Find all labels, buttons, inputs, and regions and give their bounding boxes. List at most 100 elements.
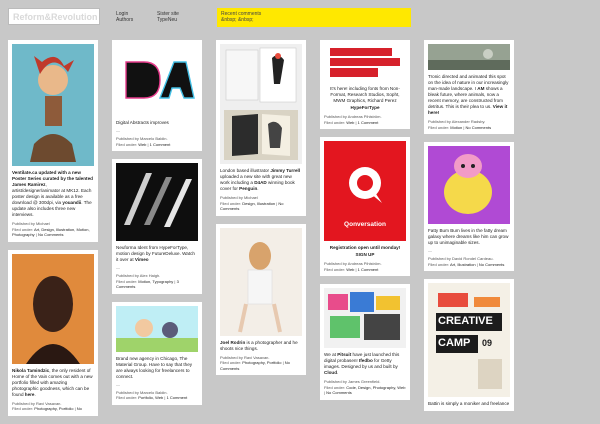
column-3: London based illustrator Jimmy Turrell u… bbox=[216, 40, 306, 383]
post-card-fatty-bum-bum: Fatty Bum Bum lives in the fatty dream g… bbox=[424, 142, 514, 271]
type-specimen-icon bbox=[324, 44, 406, 82]
filed-label: Filed under: bbox=[220, 360, 243, 365]
post-image-qonversation[interactable]: Qonversation bbox=[324, 141, 406, 241]
comments-link[interactable]: No bbox=[77, 406, 82, 411]
photographer-link[interactable]: Joel Rodrin bbox=[220, 340, 245, 345]
column-4: It's here! including fonts from Non-Form… bbox=[320, 40, 410, 408]
nav-typeneu-link[interactable]: TypeNeu bbox=[157, 17, 179, 23]
signup-link[interactable]: SIGN UP bbox=[324, 252, 406, 258]
post-image-digital-abstracts[interactable] bbox=[116, 44, 198, 116]
filed-label: Filed under: bbox=[428, 124, 451, 130]
award-label: D4AD bbox=[254, 180, 267, 185]
hypefortype-link[interactable]: HypeForType bbox=[324, 105, 406, 111]
post-image-fatty-bum-bum[interactable] bbox=[428, 146, 510, 224]
post-text: Ventilate.ca updated with a new Poster S… bbox=[12, 170, 93, 181]
comments-link[interactable]: 1 Comment bbox=[358, 267, 379, 272]
post-image-brand-agency[interactable] bbox=[116, 305, 198, 352]
category-links[interactable]: Portfolio, Web bbox=[138, 395, 163, 400]
post-text: Brand new agency in Chicago, The Materia… bbox=[116, 355, 193, 379]
post-image-creative-camp[interactable]: CREATIVE CAMP 09 bbox=[428, 283, 510, 397]
vimeo-link[interactable]: Vimeo bbox=[135, 257, 149, 262]
qonversation-brand: Qonversation bbox=[344, 221, 386, 228]
category-links[interactable]: Motion bbox=[450, 125, 462, 130]
site-logo[interactable]: Reform&Revolution bbox=[8, 8, 100, 25]
category-links[interactable]: Web bbox=[138, 142, 146, 147]
landscape-still-icon bbox=[428, 44, 510, 70]
category-links[interactable]: Photography, Portfolio bbox=[242, 360, 281, 365]
youandii-link[interactable]: youandii bbox=[62, 200, 81, 205]
post-card-brand-agency: Brand new agency in Chicago, The Materia… bbox=[112, 301, 202, 405]
recent-comments-box: Recent comments &nbsp; &nbsp; bbox=[217, 8, 411, 27]
post-image-nikola[interactable] bbox=[12, 253, 94, 364]
filed-label: Filed under: bbox=[324, 384, 347, 390]
poster-line-year: 09 bbox=[482, 338, 493, 348]
neuforma-motion-icon bbox=[116, 163, 198, 241]
character-illustration-icon bbox=[428, 146, 510, 224]
top-bar: Reform&Revolution Login Authors Sister s… bbox=[0, 0, 600, 32]
comments-link[interactable]: No Comments bbox=[466, 125, 492, 130]
post-card-creative-camp: CREATIVE CAMP 09 Battin is simply a moni… bbox=[424, 279, 514, 411]
comments-link[interactable]: 1 Comment bbox=[358, 120, 379, 125]
post-image-london[interactable] bbox=[220, 44, 302, 164]
post-image-pitsuit[interactable] bbox=[324, 288, 406, 348]
fashion-photo-icon bbox=[220, 227, 302, 336]
category-links[interactable]: Photography, Portfolio bbox=[34, 406, 73, 411]
nav-authors-link[interactable]: Authors bbox=[116, 17, 133, 23]
post-card-ventilate: Ventilate.ca updated with a new Poster S… bbox=[8, 40, 98, 242]
comments-link[interactable]: No Comments bbox=[479, 262, 505, 267]
recent-comments-list: &nbsp; &nbsp; bbox=[221, 17, 254, 23]
post-text: We at bbox=[324, 352, 338, 357]
post-image-neuforma[interactable] bbox=[116, 163, 198, 241]
post-text: Battin is simply a moniker and freelance bbox=[428, 401, 510, 406]
post-image-joel[interactable] bbox=[220, 227, 302, 336]
cloud-link[interactable]: Cloud bbox=[324, 370, 337, 375]
category-links[interactable]: Design, Illustration bbox=[242, 201, 275, 206]
post-text: idea bbox=[442, 80, 451, 85]
comments-link[interactable]: 1 Comment bbox=[167, 395, 188, 400]
here-link[interactable]: here bbox=[25, 392, 35, 397]
column-2: Digital Abstracts improves — Published b… bbox=[112, 40, 202, 413]
post-text: Digital Abstracts improves bbox=[116, 120, 169, 125]
category-links[interactable]: Web bbox=[346, 120, 354, 125]
project-link[interactable]: Ifedbo bbox=[359, 358, 373, 363]
category-links[interactable]: Art, Illustration bbox=[450, 262, 476, 267]
post-text: Neuforma Ident from HypeForType, motion … bbox=[116, 245, 195, 262]
separator-dash: — bbox=[428, 248, 432, 253]
filed-label: Filed under: bbox=[324, 266, 347, 272]
separator-dash: — bbox=[116, 381, 120, 387]
filed-label: Filed under: bbox=[324, 119, 347, 125]
filed-label: Filed under: bbox=[12, 406, 35, 411]
comments-link[interactable]: No Comments bbox=[38, 232, 64, 237]
pitsuit-link[interactable]: Pitsuit bbox=[337, 352, 351, 357]
category-links[interactable]: Code, Design, Photography, Web bbox=[346, 385, 405, 390]
post-text: Registration open until monday! bbox=[329, 245, 401, 250]
filed-label: Filed under: bbox=[220, 200, 243, 206]
post-card-london: London based illustrator Jimmy Turrell u… bbox=[216, 40, 306, 216]
filed-label: Filed under: bbox=[428, 261, 451, 267]
post-image-ventilate[interactable] bbox=[12, 44, 94, 166]
post-text: . bbox=[257, 186, 259, 191]
filed-label: Filed under: bbox=[12, 226, 35, 232]
filed-label: Filed under: bbox=[116, 395, 139, 400]
post-card-pitsuit: We at Pitsuit have just launched this di… bbox=[320, 284, 410, 400]
author-link[interactable]: James Ramirez bbox=[12, 182, 45, 187]
illustrator-link[interactable]: Jimmy Turrell bbox=[270, 168, 300, 173]
portrait-photo-icon bbox=[12, 253, 94, 364]
post-image-hypefortype[interactable] bbox=[324, 44, 406, 82]
publisher-link[interactable]: Penguin bbox=[239, 186, 257, 191]
separator-dash: — bbox=[116, 265, 120, 270]
post-text: It's here! including fonts from Non-Form… bbox=[330, 86, 400, 103]
comments-link[interactable]: No Comments bbox=[326, 390, 352, 395]
book-illustration-icon bbox=[220, 44, 302, 164]
post-card-nikola: Nikola Tamindzic, the only resident of H… bbox=[8, 249, 98, 416]
category-links[interactable]: Motion, Typography bbox=[138, 279, 173, 284]
column-5: Tronic directed and animated this spot o… bbox=[424, 40, 514, 419]
comments-link[interactable]: 1 Comment bbox=[150, 142, 171, 147]
da-logo-icon bbox=[116, 44, 198, 116]
category-links[interactable]: Web bbox=[346, 267, 354, 272]
nav-sister: Sister site TypeNeu bbox=[157, 11, 179, 23]
post-image-tronic[interactable] bbox=[428, 44, 510, 70]
photographer-link[interactable]: Nikola Tamindzic bbox=[12, 368, 49, 373]
separator-dash: — bbox=[116, 128, 120, 133]
poster-line-creative: CREATIVE bbox=[438, 315, 493, 327]
